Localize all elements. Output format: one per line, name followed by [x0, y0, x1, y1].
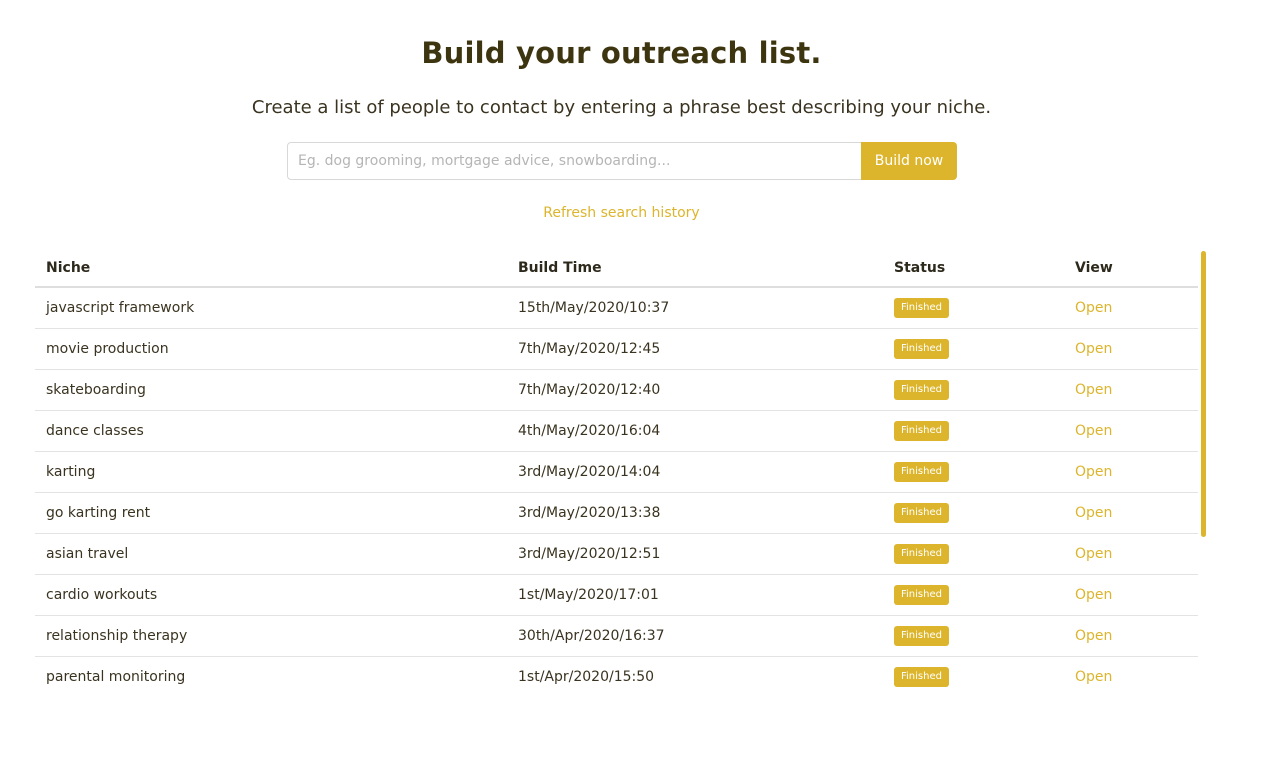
view-cell: Open — [1064, 369, 1198, 411]
view-cell: Open — [1064, 533, 1198, 575]
open-link[interactable]: Open — [1075, 341, 1112, 357]
niche-cell: go karting rent — [35, 492, 507, 534]
open-link[interactable]: Open — [1075, 300, 1112, 316]
status-badge: Finished — [894, 585, 949, 605]
build-time-cell: 30th/Apr/2020/16:37 — [507, 615, 883, 657]
table-row: karting 3rd/May/2020/14:04 Finished Open — [35, 451, 1198, 493]
status-badge: Finished — [894, 421, 949, 441]
open-link[interactable]: Open — [1075, 505, 1112, 521]
table-row: dance classes 4th/May/2020/16:04 Finished O… — [35, 410, 1198, 452]
table-row: skateboarding 7th/May/2020/12:40 Finished O… — [35, 369, 1198, 411]
niche-cell: asian travel — [35, 533, 507, 575]
status-cell: Finished — [883, 657, 1064, 698]
build-time-cell: 4th/May/2020/16:04 — [507, 410, 883, 452]
build-now-button[interactable]: Build now — [861, 142, 957, 180]
build-time-cell: 1st/Apr/2020/15:50 — [518, 669, 655, 685]
status-cell: Finished — [883, 574, 1064, 616]
search-bar: Build now — [287, 142, 957, 180]
status-cell: Finished — [883, 369, 1064, 411]
table-row: relationship therapy 30th/Apr/2020/16:37 F… — [35, 615, 1198, 657]
niche-cell: skateboarding — [35, 369, 507, 411]
table-row: parental monitoring 1st/Apr/2020/15:50 Fin… — [35, 657, 1198, 698]
niche-cell: karting — [35, 451, 507, 493]
table-header-row: Niche Build Time Status View — [35, 249, 1198, 288]
status-badge: Finished — [894, 380, 949, 400]
open-link[interactable]: Open — [1075, 669, 1112, 685]
niche-cell: dance classes — [35, 410, 507, 452]
table-row: movie production 7th/May/2020/12:45 Finish… — [35, 328, 1198, 370]
status-cell: Finished — [883, 410, 1064, 452]
build-time-cell: 3rd/May/2020/12:51 — [507, 533, 883, 575]
open-link[interactable]: Open — [1075, 382, 1112, 398]
open-link[interactable]: Open — [1075, 464, 1112, 480]
build-time-cell: 3rd/May/2020/14:04 — [507, 451, 883, 493]
niche-cell: movie production — [35, 328, 507, 370]
niche-cell: javascript framework — [35, 287, 507, 329]
column-header-niche: Niche — [35, 249, 507, 288]
view-cell: Open — [1064, 410, 1198, 452]
page-title: Build your outreach list. — [421, 36, 822, 70]
column-header-build-time: Build Time — [507, 249, 883, 288]
table-row: cardio workouts 1st/May/2020/17:01 Finishe… — [35, 574, 1198, 616]
status-badge: Finished — [894, 339, 949, 359]
page-subtitle: Create a list of people to contact by en… — [251, 97, 992, 118]
status-cell: Finished — [883, 451, 1064, 493]
status-badge: Finished — [894, 503, 949, 523]
status-cell: Finished — [883, 328, 1064, 370]
view-cell: Open — [1064, 657, 1198, 698]
table-row: asian travel 3rd/May/2020/12:51 Finished Op… — [35, 533, 1198, 575]
niche-cell: cardio workouts — [35, 574, 507, 616]
build-time-cell: 7th/May/2020/12:40 — [507, 369, 883, 411]
build-time-cell: 1st/May/2020/17:01 — [507, 574, 883, 616]
open-link[interactable]: Open — [1075, 628, 1112, 644]
niche-cell: parental monitoring — [46, 669, 186, 685]
refresh-search-history-link[interactable]: Refresh search history — [0, 205, 1243, 221]
status-cell: Finished — [883, 533, 1064, 575]
view-cell: Open — [1064, 615, 1198, 657]
build-time-cell: 15th/May/2020/10:37 — [507, 287, 883, 329]
open-link[interactable]: Open — [1075, 587, 1112, 603]
status-cell: Finished — [883, 492, 1064, 534]
column-header-status: Status — [883, 249, 1064, 288]
status-badge: Finished — [894, 544, 949, 564]
table-row: javascript framework 15th/May/2020/10:37 F… — [35, 287, 1198, 329]
build-time-cell: 7th/May/2020/12:45 — [507, 328, 883, 370]
status-badge: Finished — [894, 667, 949, 687]
view-cell: Open — [1064, 328, 1198, 370]
open-link[interactable]: Open — [1075, 546, 1112, 562]
view-cell: Open — [1064, 574, 1198, 616]
status-cell: Finished — [883, 615, 1064, 657]
status-badge: Finished — [894, 462, 949, 482]
view-cell: Open — [1064, 492, 1198, 534]
table-row: go karting rent 3rd/May/2020/13:38 Finishe… — [35, 492, 1198, 534]
niche-cell: relationship therapy — [35, 615, 507, 657]
niche-search-input[interactable] — [287, 142, 861, 180]
build-time-cell: 3rd/May/2020/13:38 — [507, 492, 883, 534]
column-header-view: View — [1064, 249, 1198, 288]
status-badge: Finished — [894, 298, 949, 318]
status-cell: Finished — [883, 287, 1064, 329]
page: Build your outreach list. Create a list … — [0, 0, 1270, 760]
open-link[interactable]: Open — [1075, 423, 1112, 439]
search-history-table: Niche Build Time Status View javascript … — [35, 249, 1198, 697]
view-cell: Open — [1064, 451, 1198, 493]
table-scrollbar[interactable] — [1201, 251, 1206, 537]
status-badge: Finished — [894, 626, 949, 646]
view-cell: Open — [1064, 287, 1198, 329]
search-history-table-container: Niche Build Time Status View javascript … — [35, 249, 1198, 697]
table-body: javascript framework 15th/May/2020/10:37 F… — [35, 287, 1198, 697]
